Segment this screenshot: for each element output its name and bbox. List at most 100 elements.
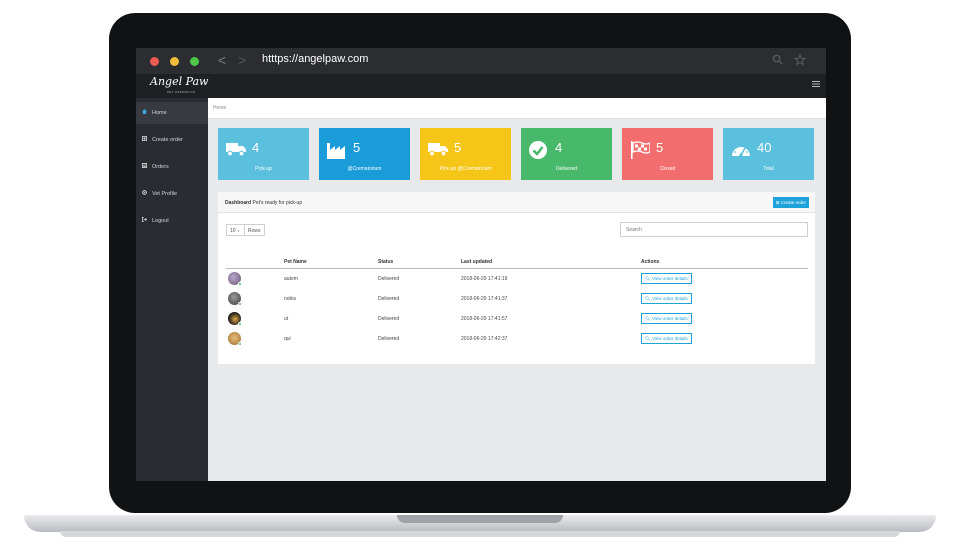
avatar bbox=[228, 332, 242, 346]
chevron-down-icon: ▼ bbox=[236, 229, 240, 233]
stat-card-total[interactable]: 40 Total bbox=[723, 128, 814, 180]
column-header-status[interactable]: Status bbox=[378, 259, 393, 265]
stat-value: 40 bbox=[757, 140, 772, 155]
hamburger-icon[interactable] bbox=[812, 79, 820, 91]
search-icon: 🔍︎ bbox=[645, 336, 651, 341]
stat-value: 5 bbox=[656, 140, 664, 155]
view-order-details-button[interactable]: 🔍︎ View order details bbox=[641, 293, 692, 304]
sidebar-item-home[interactable]: Home bbox=[136, 102, 208, 124]
rows-select[interactable]: 10 ▼ bbox=[226, 224, 245, 236]
app-header: Angel Paw PET CREMATION bbox=[136, 74, 826, 98]
breadcrumb[interactable]: Home bbox=[213, 105, 226, 111]
rows-label: Rows bbox=[245, 224, 265, 236]
view-order-details-label: View order details bbox=[651, 316, 688, 321]
column-header-last-updated[interactable]: Last updated bbox=[461, 259, 492, 265]
sidebar-item-label: Create order bbox=[152, 137, 183, 143]
view-order-details-button[interactable]: 🔍︎ View order details bbox=[641, 273, 692, 284]
pet-name: ut bbox=[284, 316, 289, 322]
rows-value: 10 bbox=[230, 228, 236, 234]
online-status-dot bbox=[238, 322, 242, 326]
last-updated: 2018-06-29 17:41:57 bbox=[461, 316, 508, 322]
status: Delivered bbox=[378, 336, 400, 342]
plus-square-icon: ⊞ bbox=[775, 200, 780, 205]
column-header-actions: Actions bbox=[641, 259, 660, 265]
dashboard-panel: Dashboard Pet's ready for pick-up ⊞ Crea… bbox=[218, 192, 815, 364]
logo[interactable]: Angel Paw bbox=[150, 76, 208, 88]
truck-icon bbox=[226, 141, 246, 161]
browser-bar: < > htttps://angelpaw.com bbox=[136, 48, 826, 74]
minimize-window-button[interactable] bbox=[170, 57, 179, 66]
back-icon[interactable]: < bbox=[218, 52, 226, 68]
sidebar-item-label: Home bbox=[152, 110, 167, 116]
online-status-dot bbox=[238, 302, 242, 306]
sidebar-item-orders[interactable]: Orders bbox=[136, 156, 208, 178]
check-circle-icon bbox=[529, 141, 547, 163]
flag-checkered-icon bbox=[630, 141, 651, 163]
laptop-notch bbox=[397, 515, 563, 523]
table-row[interactable]: qui Delivered 2018-06-29 17:42:37 🔍︎ Vie… bbox=[218, 329, 815, 349]
breadcrumb-bar: Home bbox=[208, 98, 826, 119]
stat-card-delivered[interactable]: 4 Delivered bbox=[521, 128, 612, 180]
factory-icon bbox=[327, 141, 347, 163]
sidebar-item-label: Logout bbox=[152, 218, 169, 224]
stat-card-pickup[interactable]: 4 Pick-up bbox=[218, 128, 309, 180]
sidebar-item-vet-profile[interactable]: Vet Profile bbox=[136, 183, 208, 205]
table-row[interactable]: ut Delivered 2018-06-29 17:41:57 🔍︎ View… bbox=[218, 309, 815, 329]
truck-icon bbox=[428, 141, 448, 161]
stat-label: Closed bbox=[659, 166, 676, 172]
table-row[interactable]: nobis Delivered 2018-06-29 17:41:37 🔍︎ V… bbox=[218, 289, 815, 309]
search-icon: 🔍︎ bbox=[645, 276, 651, 281]
stat-card-closed[interactable]: 5 Closed bbox=[622, 128, 713, 180]
create-order-label: Create order bbox=[780, 200, 806, 205]
home-icon bbox=[142, 109, 148, 115]
logo-subtitle: PET CREMATION bbox=[167, 90, 196, 94]
avatar bbox=[228, 272, 242, 286]
stat-value: 4 bbox=[555, 140, 563, 155]
last-updated: 2018-06-29 17:41:19 bbox=[461, 276, 508, 282]
panel-title-bold: Dashboard bbox=[225, 200, 252, 206]
online-status-dot bbox=[238, 342, 242, 346]
panel-title: Dashboard Pet's ready for pick-up bbox=[225, 200, 302, 206]
stat-card-pickup-crematorium[interactable]: 5 Pick-up @Crematorium bbox=[420, 128, 511, 180]
pet-name: qui bbox=[284, 336, 291, 342]
stat-value: 5 bbox=[353, 140, 361, 155]
view-order-details-label: View order details bbox=[651, 296, 688, 301]
sidebar-item-label: Orders bbox=[152, 164, 169, 170]
stat-label: Total bbox=[763, 166, 774, 172]
panel-subtitle: Pet's ready for pick-up bbox=[252, 200, 303, 206]
search-icon: 🔍︎ bbox=[645, 296, 651, 301]
view-order-details-button[interactable]: 🔍︎ View order details bbox=[641, 333, 692, 344]
maximize-window-button[interactable] bbox=[190, 57, 199, 66]
star-icon[interactable] bbox=[793, 53, 807, 66]
stat-label: Pick-up @Crematorium bbox=[439, 166, 492, 172]
list-icon bbox=[142, 163, 148, 169]
laptop-base-shadow bbox=[60, 531, 900, 537]
avatar bbox=[228, 292, 242, 306]
forward-icon[interactable]: > bbox=[238, 52, 246, 68]
close-window-button[interactable] bbox=[150, 57, 159, 66]
view-order-details-button[interactable]: 🔍︎ View order details bbox=[641, 313, 692, 324]
last-updated: 2018-06-29 17:41:37 bbox=[461, 296, 508, 302]
table-row[interactable]: autem Delivered 2018-06-29 17:41:19 🔍︎ V… bbox=[218, 269, 815, 289]
sidebar-item-logout[interactable]: Logout bbox=[136, 210, 208, 232]
stat-label: Delivered bbox=[555, 166, 578, 172]
panel-header: Dashboard Pet's ready for pick-up ⊞ Crea… bbox=[218, 192, 815, 213]
screen: < > htttps://angelpaw.com Angel Paw PET … bbox=[136, 48, 826, 481]
dashboard-gauge-icon bbox=[731, 141, 751, 163]
search-input[interactable] bbox=[620, 222, 808, 237]
stat-label: Pick-up bbox=[255, 166, 272, 172]
view-order-details-label: View order details bbox=[651, 336, 688, 341]
status: Delivered bbox=[378, 316, 400, 322]
view-order-details-label: View order details bbox=[651, 276, 688, 281]
stat-label: @Crematorium bbox=[347, 166, 382, 172]
search-icon[interactable] bbox=[772, 54, 784, 66]
avatar bbox=[228, 312, 242, 326]
stat-card-crematorium[interactable]: 5 @Crematorium bbox=[319, 128, 410, 180]
column-header-pet-name[interactable]: Pet Name bbox=[284, 259, 307, 265]
sidebar-item-create-order[interactable]: Create order bbox=[136, 129, 208, 151]
online-status-dot bbox=[238, 282, 242, 286]
pet-name: nobis bbox=[284, 296, 296, 302]
create-order-button[interactable]: ⊞ Create order bbox=[772, 197, 809, 208]
address-bar[interactable]: htttps://angelpaw.com bbox=[262, 53, 368, 65]
sidebar: Home Create order Orders Vet Profile Log… bbox=[136, 98, 208, 481]
